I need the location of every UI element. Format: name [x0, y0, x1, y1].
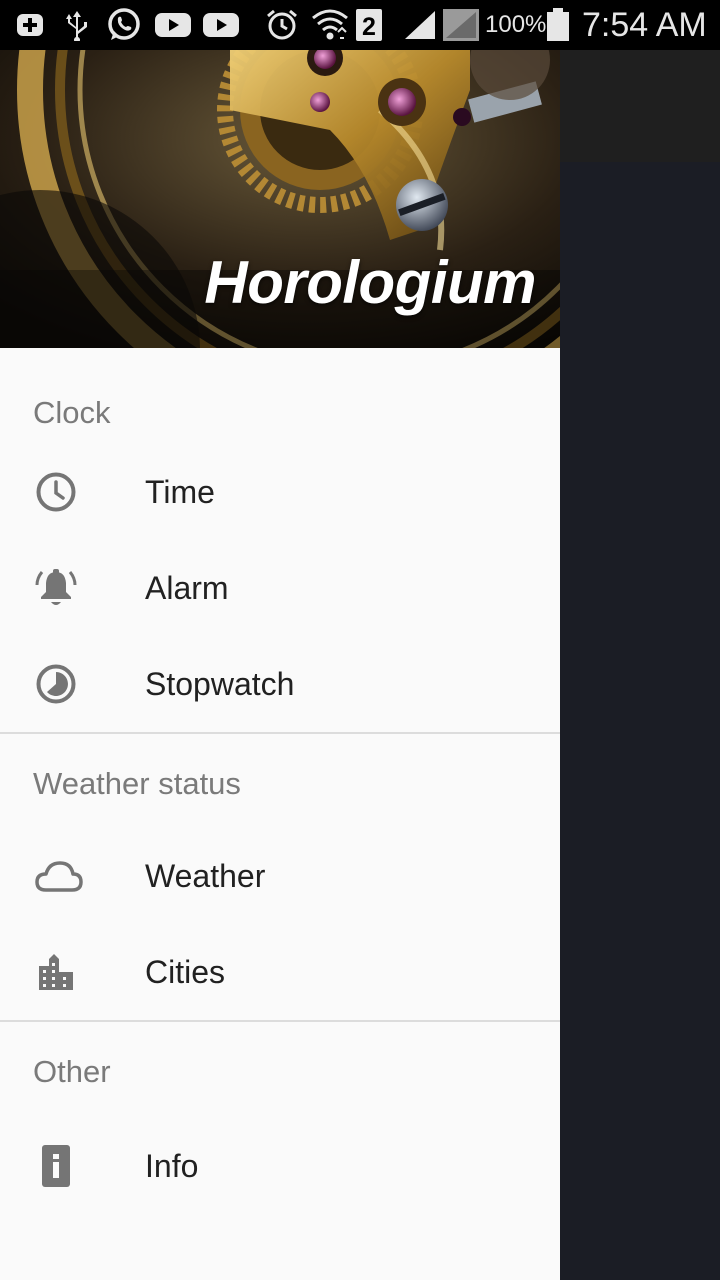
alarm-bell-icon: [34, 566, 78, 610]
nav-label: Alarm: [145, 569, 229, 606]
section-title: Other: [33, 1054, 111, 1089]
youtube-icon: [155, 0, 191, 50]
signal-icon: [403, 0, 437, 50]
sim-2-icon: 2: [355, 0, 383, 50]
nav-item-stopwatch[interactable]: Stopwatch: [0, 636, 560, 732]
navigation-drawer: Horologium Clock Time Alarm Stopwatch We…: [0, 50, 560, 1280]
section-title: Weather status: [33, 766, 241, 801]
sim-slot-number: 2: [362, 13, 376, 41]
section-clock: Clock Time Alarm Stopwatch: [0, 348, 560, 732]
nav-label: Stopwatch: [145, 665, 295, 702]
drawer-header: Horologium: [0, 50, 560, 348]
screen: 2 100% 7:54 AM Horologium Clock Time Ala…: [0, 0, 720, 1280]
nav-label: Weather: [145, 857, 266, 894]
app-name: Horologium: [204, 249, 536, 316]
clock-time: 7:54 AM: [582, 5, 707, 44]
nav-item-weather[interactable]: Weather: [0, 828, 560, 924]
battery-icon: [546, 0, 570, 50]
nav-item-info[interactable]: Info: [0, 1118, 560, 1214]
alarm-clock-icon: [265, 0, 299, 50]
drawer-scrim[interactable]: [560, 162, 720, 1280]
status-bar: 2 100% 7:54 AM: [0, 0, 720, 50]
nav-label: Info: [145, 1147, 199, 1184]
signal-icon: [442, 0, 480, 50]
battery-percent: 100%: [485, 11, 547, 38]
whatsapp-icon: [106, 0, 142, 50]
section-other: Other Info: [0, 1022, 560, 1214]
city-icon: [34, 950, 78, 994]
wifi-icon: [311, 0, 349, 50]
plus-icon: [16, 0, 44, 50]
youtube-icon: [203, 0, 239, 50]
usb-icon: [64, 0, 90, 50]
nav-label: Cities: [145, 953, 226, 990]
cloud-icon: [34, 854, 84, 898]
nav-item-alarm[interactable]: Alarm: [0, 540, 560, 636]
nav-item-cities[interactable]: Cities: [0, 924, 560, 1020]
section-title: Clock: [33, 395, 111, 430]
section-weather-status: Weather status Weather Cities: [0, 734, 560, 1020]
clock-icon: [34, 470, 78, 514]
stopwatch-icon: [34, 662, 78, 706]
nav-item-time[interactable]: Time: [0, 444, 560, 540]
info-icon: [34, 1144, 78, 1188]
nav-label: Time: [145, 473, 215, 510]
